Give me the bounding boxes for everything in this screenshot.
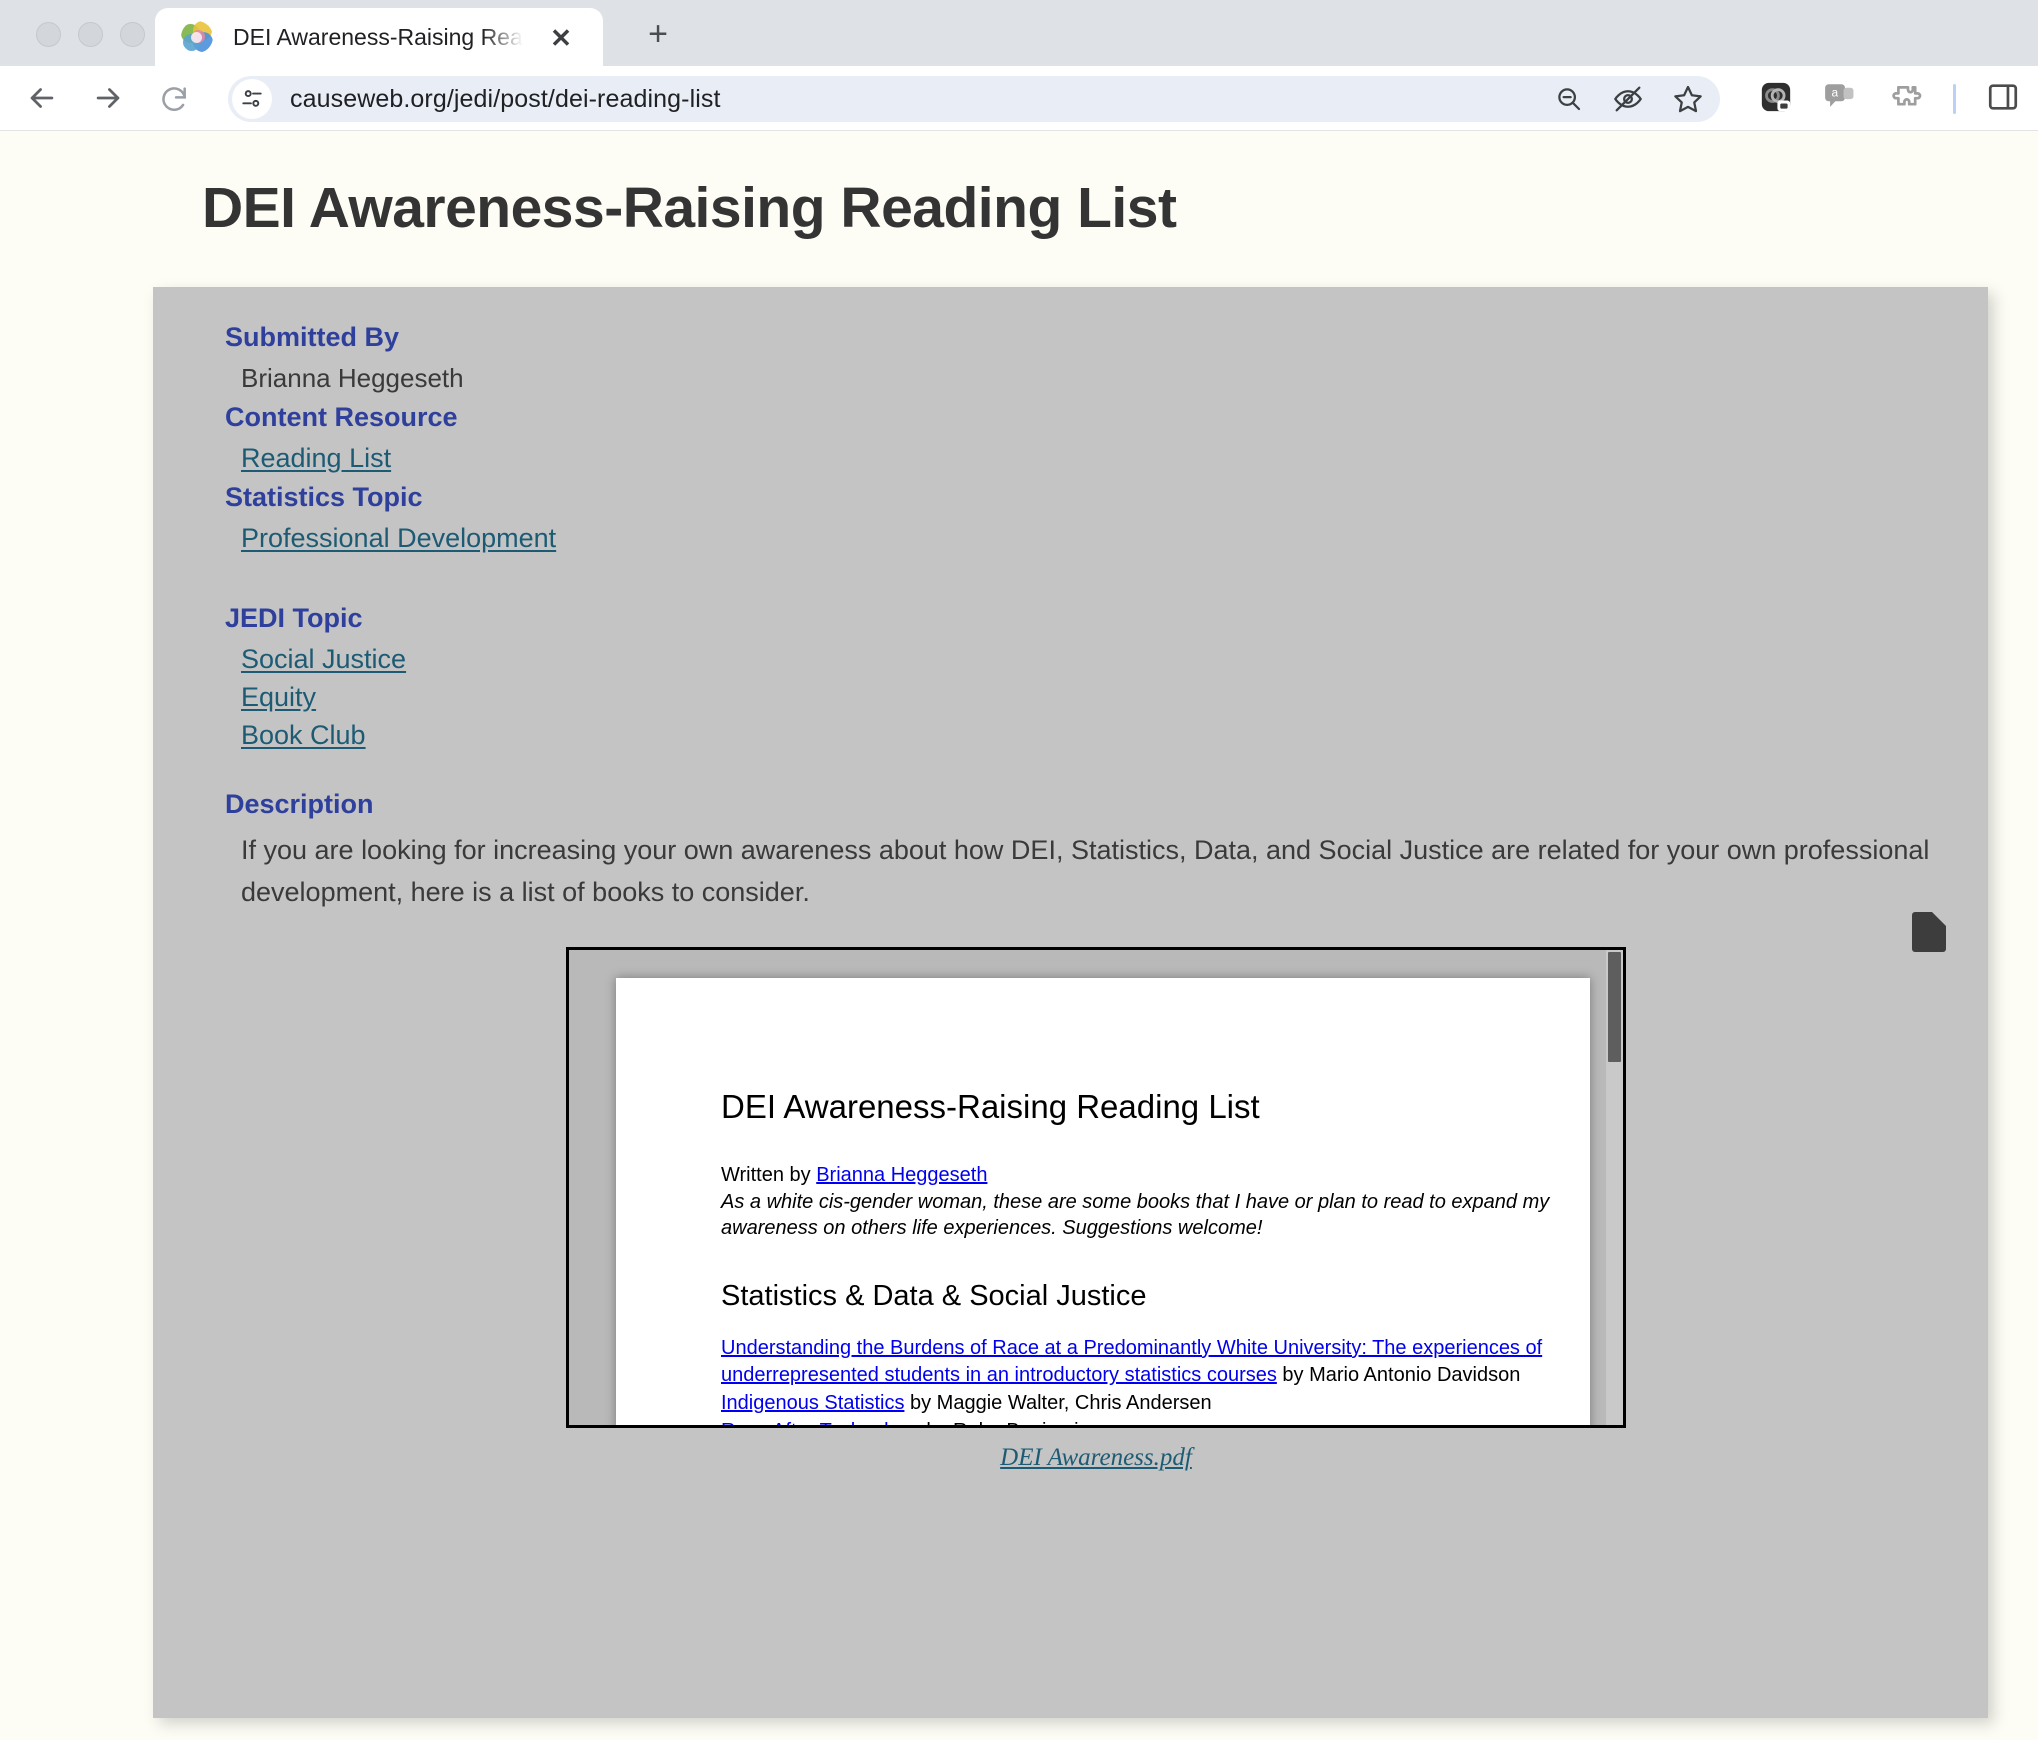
toolbar-divider xyxy=(1953,84,1956,114)
close-tab-button[interactable]: ✕ xyxy=(547,23,575,53)
causeweb-logo-icon xyxy=(181,21,213,53)
jedi-topic-label: JEDI Topic xyxy=(225,602,363,633)
pdf-page: DEI Awareness-Raising Reading List Writt… xyxy=(616,978,1590,1425)
side-panel-icon[interactable] xyxy=(1986,80,2020,119)
chat-extension-icon[interactable]: a xyxy=(1823,80,1857,119)
puzzle-extensions-icon[interactable] xyxy=(1887,79,1923,120)
maximize-window-button[interactable] xyxy=(120,22,145,47)
window-controls xyxy=(36,22,145,47)
pdf-intro-line-2: awareness on others life experiences. Su… xyxy=(721,1217,1263,1240)
description-text: If you are looking for increasing your o… xyxy=(241,835,1930,908)
address-bar[interactable]: causeweb.org/jedi/post/dei-reading-list xyxy=(228,76,1720,122)
omnibox-actions xyxy=(1554,76,1704,122)
content-resource-label: Content Resource xyxy=(225,402,458,433)
svg-text:a: a xyxy=(1831,85,1838,99)
eye-slash-icon[interactable] xyxy=(1612,83,1644,115)
pdf-author-link[interactable]: Brianna Heggeseth xyxy=(816,1164,987,1186)
submitted-by-value: Brianna Heggeseth xyxy=(241,362,464,393)
pdf-book-title-link[interactable]: Race After Technology xyxy=(721,1420,921,1425)
pdf-section-heading: Statistics & Data & Social Justice xyxy=(721,1279,1147,1312)
pdf-book-author: by Mario Antonio Davidson xyxy=(1276,1364,1521,1387)
post-metadata: Submitted By Brianna Heggeseth Content R… xyxy=(153,317,1988,914)
tab-strip: DEI Awareness-Raising Readi ✕ + xyxy=(0,0,2038,66)
pdf-viewer[interactable]: DEI Awareness-Raising Reading List Writt… xyxy=(566,947,1626,1428)
bookmark-star-icon[interactable] xyxy=(1672,83,1704,115)
statistics-topic-link[interactable]: Professional Development xyxy=(225,519,556,557)
pdf-book-list: Understanding the Burdens of Race at a P… xyxy=(721,1335,1554,1425)
pdf-scrollbar[interactable] xyxy=(1606,950,1623,1425)
statistics-topic-label: Statistics Topic xyxy=(225,482,423,513)
tab-title: DEI Awareness-Raising Readi xyxy=(233,23,523,50)
pdf-attachment: DEI Awareness-Raising Reading List Writt… xyxy=(566,947,1626,1472)
pdf-book-author: by Ruha Benjamin xyxy=(921,1420,1089,1425)
pdf-book-author: by Maggie Walter, Chris Andersen xyxy=(904,1391,1212,1414)
back-arrow-icon[interactable] xyxy=(18,74,66,122)
file-icon-fold xyxy=(1932,912,1946,926)
zoom-out-icon[interactable] xyxy=(1554,84,1584,114)
page-content: DEI Awareness-Raising Reading List Submi… xyxy=(0,131,2038,1740)
pdf-book-title-link[interactable]: Indigenous Statistics xyxy=(721,1392,904,1414)
pdf-intro-line-1: As a white cis-gender woman, these are s… xyxy=(721,1190,1550,1213)
pdf-book-item: Understanding the Burdens of Race at a P… xyxy=(721,1335,1554,1390)
pdf-author-line: Written by Brianna Heggeseth xyxy=(721,1162,1554,1189)
content-resource-link[interactable]: Reading List xyxy=(225,439,391,477)
minimize-window-button[interactable] xyxy=(78,22,103,47)
new-tab-button[interactable]: + xyxy=(638,14,678,54)
pdf-book-item: Indigenous Statistics by Maggie Walter, … xyxy=(721,1390,1554,1418)
pdf-scrollbar-thumb[interactable] xyxy=(1608,952,1621,1062)
pdf-written-by-prefix: Written by xyxy=(721,1164,817,1186)
close-window-button[interactable] xyxy=(36,22,61,47)
pdf-filename-caption[interactable]: DEI Awareness.pdf xyxy=(566,1444,1626,1472)
browser-tab[interactable]: DEI Awareness-Raising Readi ✕ xyxy=(155,8,603,66)
reload-icon[interactable] xyxy=(150,74,198,122)
submitted-by-label: Submitted By xyxy=(225,322,400,352)
browser-toolbar: causeweb.org/jedi/post/dei-reading-list … xyxy=(0,66,2038,131)
post-card: Submitted By Brianna Heggeseth Content R… xyxy=(153,287,1988,1718)
forward-arrow-icon[interactable] xyxy=(84,74,132,122)
extension-toolbar: a xyxy=(1759,74,2020,124)
page-title: DEI Awareness-Raising Reading List xyxy=(202,176,1177,240)
jedi-topic-link-equity[interactable]: Equity xyxy=(225,678,316,716)
jedi-topic-link-book-club[interactable]: Book Club xyxy=(225,716,366,754)
meet-extension-icon[interactable] xyxy=(1759,80,1793,119)
pdf-heading: DEI Awareness-Raising Reading List xyxy=(721,1088,1260,1125)
browser-window: DEI Awareness-Raising Readi ✕ + causeweb… xyxy=(0,0,2038,1740)
site-settings-icon[interactable] xyxy=(232,79,272,119)
description-label: Description xyxy=(225,789,374,820)
url-text[interactable]: causeweb.org/jedi/post/dei-reading-list xyxy=(290,85,721,114)
document-file-icon[interactable] xyxy=(1912,912,1946,952)
jedi-topic-link-social-justice[interactable]: Social Justice xyxy=(225,640,406,678)
pdf-book-item: Race After Technology by Ruha Benjamin xyxy=(721,1418,1554,1425)
